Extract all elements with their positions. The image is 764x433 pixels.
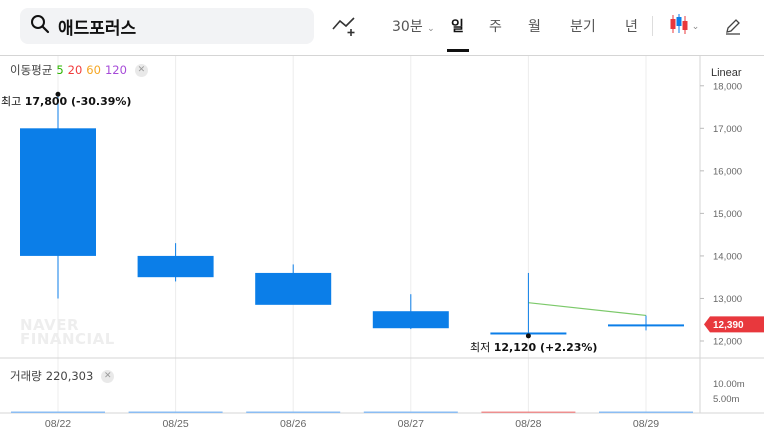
ma-legend-60: 60	[86, 63, 101, 77]
low-annotation: 최저 12,120 (+2.23%)	[470, 339, 597, 355]
volume-tick-label: 10.00m	[713, 379, 745, 390]
volume-bar[interactable]	[128, 411, 223, 414]
volume-bar[interactable]	[599, 411, 693, 414]
high-annotation: 최고 17,800 (-30.39%)	[1, 93, 131, 109]
ma-legend-120: 120	[104, 63, 127, 77]
x-tick-label: 08/22	[45, 418, 71, 430]
y-tick-label: 12,000	[713, 336, 742, 347]
x-tick-label: 08/27	[398, 418, 424, 430]
ma5-line	[528, 302, 647, 317]
volume-bar[interactable]	[363, 411, 458, 414]
candle-body[interactable]	[608, 324, 684, 327]
y-tick-label: 17,000	[713, 124, 742, 135]
x-tick-label: 08/25	[162, 418, 188, 430]
high-prefix: 최고	[1, 95, 22, 108]
candle-body[interactable]	[255, 272, 332, 305]
ma-legend-label: 이동평균	[10, 63, 53, 77]
low-marker	[525, 333, 531, 339]
ma-legend-5: 5	[56, 63, 64, 77]
y-tick-label: 14,000	[713, 251, 742, 262]
low-value: 12,120 (+2.23%)	[493, 341, 598, 354]
volume-bar[interactable]	[246, 411, 341, 414]
volume-legend-close-icon[interactable]: ✕	[101, 369, 115, 383]
candle-body[interactable]	[20, 128, 96, 256]
y-tick-label: 13,000	[713, 294, 742, 305]
current-price-label: 12,390	[713, 320, 744, 331]
candle-body[interactable]	[372, 311, 449, 329]
volume-legend-label: 거래량	[10, 369, 42, 383]
volume-tick-label: 5.00m	[713, 394, 739, 405]
y-tick-label: 16,000	[713, 166, 742, 177]
low-prefix: 최저	[470, 341, 491, 354]
watermark-logo: NAVER FINANCIAL	[20, 318, 115, 348]
x-tick-label: 08/26	[280, 418, 306, 430]
x-tick-label: 08/29	[633, 418, 659, 430]
ma-legend-20: 20	[67, 63, 83, 77]
watermark-line-2: FINANCIAL	[20, 330, 115, 348]
scale-mode-button[interactable]: Linear	[711, 67, 742, 79]
volume-legend: 거래량 220,303 ✕	[10, 368, 115, 384]
volume-legend-value: 220,303	[45, 369, 94, 383]
ma-legend: 이동평균 5 20 60 120 ✕	[10, 62, 148, 78]
ma-legend-close-icon[interactable]: ✕	[134, 63, 148, 77]
y-tick-label: 15,000	[713, 209, 742, 220]
y-tick-label: 18,000	[713, 81, 742, 92]
volume-bar[interactable]	[481, 411, 576, 414]
candle-body[interactable]	[137, 255, 214, 278]
volume-bar[interactable]	[11, 411, 105, 414]
x-tick-label: 08/28	[515, 418, 541, 430]
high-value: 17,800 (-30.39%)	[24, 95, 132, 108]
